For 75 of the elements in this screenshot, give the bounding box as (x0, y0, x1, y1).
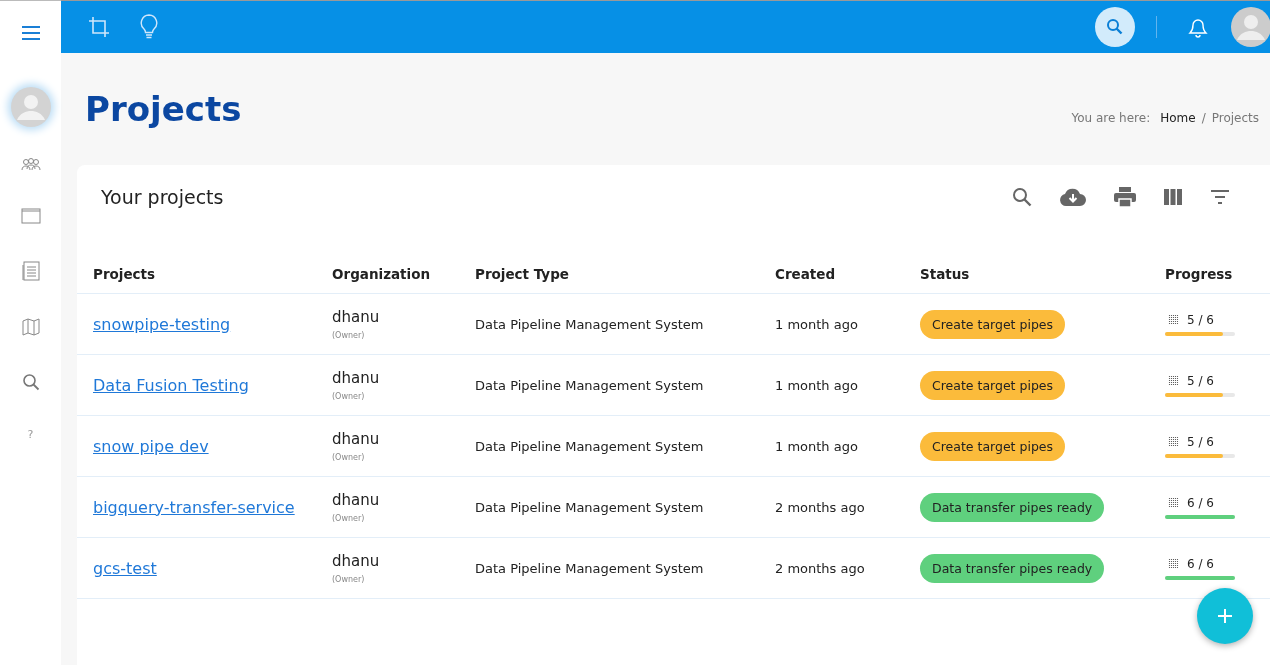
status-badge: Create target pipes (920, 370, 1066, 400)
plus-icon (1216, 607, 1234, 625)
table-cell: Data Pipeline Management System (475, 438, 704, 454)
organization-name: dhanu (332, 308, 381, 326)
search-button[interactable] (1095, 7, 1135, 47)
organization-name: dhanu (332, 552, 381, 570)
dotted-grid-icon (1168, 375, 1179, 386)
project-link[interactable]: gcs-test (93, 558, 157, 578)
menu-icon[interactable] (20, 26, 41, 40)
status-badge: Data transfer pipes ready (920, 492, 1105, 522)
page-title: Projects (85, 89, 243, 129)
organization-name: dhanu (332, 491, 381, 509)
search-icon[interactable] (21, 373, 40, 391)
progress-bar (1165, 453, 1235, 458)
lightbulb-icon[interactable] (140, 14, 158, 40)
table-cell: Data Pipeline Management System (475, 560, 704, 576)
table-cell: 2 months ago (775, 560, 865, 576)
column-header: Project Type (475, 266, 569, 282)
progress-bar (1165, 331, 1235, 336)
status-badge: Data transfer pipes ready (920, 553, 1105, 583)
progress-count: 6 / 6 (1187, 495, 1214, 510)
column-header: Projects (93, 266, 156, 282)
column-header: Created (775, 266, 836, 282)
search-icon (1106, 18, 1124, 36)
organization-name: dhanu (332, 369, 381, 387)
table-cell: 1 month ago (775, 438, 858, 454)
project-link[interactable]: bigquery-transfer-service (93, 497, 295, 517)
dotted-grid-icon (1168, 558, 1179, 569)
map-icon[interactable] (21, 318, 40, 336)
table-cell: 2 months ago (775, 499, 865, 515)
table-cell: 1 month ago (775, 316, 858, 332)
table-cell: Data Pipeline Management System (475, 499, 704, 515)
table-cell: Data Pipeline Management System (475, 316, 704, 332)
dotted-grid-icon (1168, 314, 1179, 325)
progress-count: 5 / 6 (1187, 373, 1214, 388)
column-header: Status (920, 266, 970, 282)
column-header: Progress (1165, 266, 1233, 282)
table-cell: 1 month ago (775, 377, 858, 393)
document-icon[interactable] (21, 261, 40, 281)
project-link[interactable]: Data Fusion Testing (93, 375, 249, 395)
progress-count: 5 / 6 (1187, 434, 1214, 449)
project-link[interactable]: snow pipe dev (93, 436, 209, 456)
search-icon[interactable] (1012, 187, 1032, 207)
breadcrumb-link[interactable]: Home (1160, 111, 1196, 125)
role-label: (Owner) (332, 514, 366, 523)
columns-icon[interactable] (1164, 189, 1182, 205)
breadcrumb-separator: / (1201, 111, 1206, 125)
progress-count: 6 / 6 (1187, 556, 1214, 571)
role-label: (Owner) (332, 331, 366, 340)
role-label: (Owner) (332, 575, 366, 584)
progress-count: 5 / 6 (1187, 312, 1214, 327)
progress-bar (1165, 514, 1235, 519)
role-label: (Owner) (332, 392, 366, 401)
group-icon[interactable] (20, 157, 41, 171)
progress-bar (1165, 392, 1235, 397)
cloud-download-icon[interactable] (1060, 188, 1086, 206)
dotted-grid-icon (1168, 497, 1179, 508)
breadcrumb-label: You are here: (1071, 111, 1151, 125)
status-badge: Create target pipes (920, 309, 1066, 339)
help-link[interactable]: ? (27, 428, 34, 441)
crop-icon[interactable] (88, 16, 110, 38)
filter-icon[interactable] (1210, 190, 1230, 204)
organization-name: dhanu (332, 430, 381, 448)
dotted-grid-icon (1168, 436, 1179, 447)
card-title: Your projects (101, 186, 224, 208)
role-label: (Owner) (332, 453, 366, 462)
printer-icon[interactable] (1114, 187, 1136, 207)
project-link[interactable]: snowpipe-testing (93, 314, 231, 334)
window-icon[interactable] (20, 208, 41, 224)
breadcrumb-current: Projects (1211, 111, 1259, 125)
avatar[interactable] (1231, 7, 1270, 47)
status-badge: Create target pipes (920, 431, 1066, 461)
table-cell: Data Pipeline Management System (475, 377, 704, 393)
progress-bar (1165, 575, 1235, 580)
column-header: Organization (332, 266, 431, 282)
